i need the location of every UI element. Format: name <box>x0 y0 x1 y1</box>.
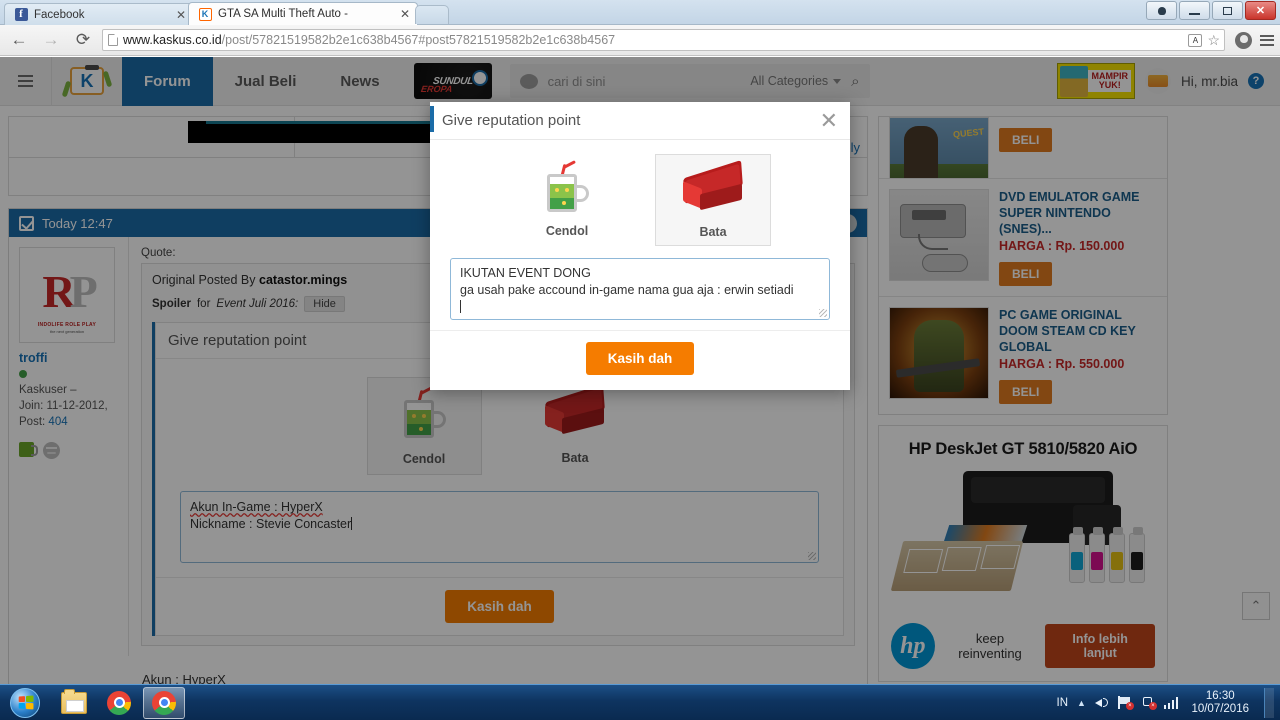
reload-button[interactable]: ⟳ <box>70 28 96 52</box>
bata-brick-icon <box>674 160 752 217</box>
close-tab-icon[interactable]: ✕ <box>399 7 411 21</box>
back-button[interactable]: ← <box>6 28 32 52</box>
windows-taskbar: IN ▲ × × 16:30 10/07/2016 <box>0 684 1280 720</box>
tab-strip: f Facebook ✕ K GTA SA Multi Theft Auto -… <box>0 0 1280 25</box>
modal-header: Give reputation point ✕ <box>430 102 850 140</box>
modal-bata-option[interactable]: Bata <box>655 154 771 246</box>
windows-orb-icon <box>10 687 40 718</box>
modal-accent-bar <box>430 106 434 132</box>
action-center-flag-icon[interactable]: × <box>1117 696 1134 710</box>
close-tab-icon[interactable]: ✕ <box>175 8 187 22</box>
clock[interactable]: 16:30 10/07/2016 <box>1187 690 1249 716</box>
clock-date: 10/07/2016 <box>1191 702 1249 715</box>
modal-textarea-line1: IKUTAN EVENT DONG <box>460 266 591 280</box>
browser-tab-facebook[interactable]: f Facebook ✕ <box>4 3 194 25</box>
modal-comment-textarea[interactable]: IKUTAN EVENT DONG ga usah pake accound i… <box>450 258 830 320</box>
maximize-button[interactable] <box>1212 1 1243 20</box>
start-button[interactable] <box>0 686 50 720</box>
minimize-button[interactable] <box>1179 1 1210 20</box>
browser-tab-kaskus[interactable]: K GTA SA Multi Theft Auto - ✕ <box>188 2 418 25</box>
taskbar-item-explorer[interactable] <box>53 687 95 719</box>
chrome-icon <box>152 690 176 715</box>
resize-handle-icon[interactable] <box>819 309 827 317</box>
modal-submit-button[interactable]: Kasih dah <box>585 342 695 375</box>
chrome-icon <box>107 690 131 715</box>
close-window-button[interactable]: ✕ <box>1245 1 1276 20</box>
profile-avatar-icon[interactable] <box>1235 31 1252 49</box>
kaskus-icon: K <box>198 7 212 21</box>
tab-title: GTA SA Multi Theft Auto - <box>218 8 348 20</box>
address-bar[interactable]: www.kaskus.co.id/post/57821519582b2e1c63… <box>102 29 1225 51</box>
volume-icon[interactable] <box>1094 696 1109 709</box>
folder-icon <box>61 688 87 714</box>
browser-window: f Facebook ✕ K GTA SA Multi Theft Auto -… <box>0 0 1280 684</box>
taskbar-item-chrome[interactable] <box>98 687 140 719</box>
facebook-icon: f <box>14 8 28 22</box>
system-tray: IN ▲ × × 16:30 10/07/2016 <box>1057 687 1280 718</box>
reputation-modal: Give reputation point ✕ Cendol Bata IKUT… <box>430 102 850 390</box>
modal-textarea-line2: ga usah pake accound in-game nama gua aj… <box>460 283 794 297</box>
modal-body: Cendol Bata IKUTAN EVENT DONG ga usah pa… <box>430 140 850 330</box>
modal-cendol-label: Cendol <box>545 224 589 238</box>
url-host: www.kaskus.co.id <box>123 33 222 47</box>
tab-title: Facebook <box>34 8 85 21</box>
new-tab-button[interactable] <box>415 5 449 24</box>
clock-time: 16:30 <box>1205 689 1235 702</box>
modal-title: Give reputation point <box>442 112 581 129</box>
forward-button[interactable]: → <box>38 28 64 52</box>
modal-bata-label: Bata <box>699 225 727 239</box>
show-desktop-button[interactable] <box>1264 687 1274 718</box>
signal-strength-icon[interactable] <box>1163 696 1179 709</box>
window-controls: ✕ <box>1146 1 1276 20</box>
cendol-glass-icon <box>541 160 593 216</box>
bookmark-star-icon[interactable]: ☆ <box>1207 32 1220 49</box>
close-icon[interactable]: ✕ <box>820 109 838 132</box>
modal-footer: Kasih dah <box>430 330 850 386</box>
page-info-icon <box>108 34 118 46</box>
text-caret <box>460 300 461 313</box>
browser-toolbar: ← → ⟳ www.kaskus.co.id/post/57821519582b… <box>0 25 1280 56</box>
modal-choice-row: Cendol Bata <box>450 154 830 246</box>
translate-icon[interactable]: A <box>1188 33 1203 47</box>
url-path: /post/57821519582b2e1c638b4567#post57821… <box>221 33 616 47</box>
modal-cendol-option[interactable]: Cendol <box>509 154 625 246</box>
taskbar-item-chrome-active[interactable] <box>143 686 185 719</box>
network-icon[interactable]: × <box>1141 696 1157 710</box>
show-hidden-icons[interactable]: ▲ <box>1077 698 1086 708</box>
language-indicator[interactable]: IN <box>1057 697 1069 709</box>
user-profile-button[interactable] <box>1146 1 1177 20</box>
chrome-menu-icon[interactable] <box>1260 34 1274 46</box>
